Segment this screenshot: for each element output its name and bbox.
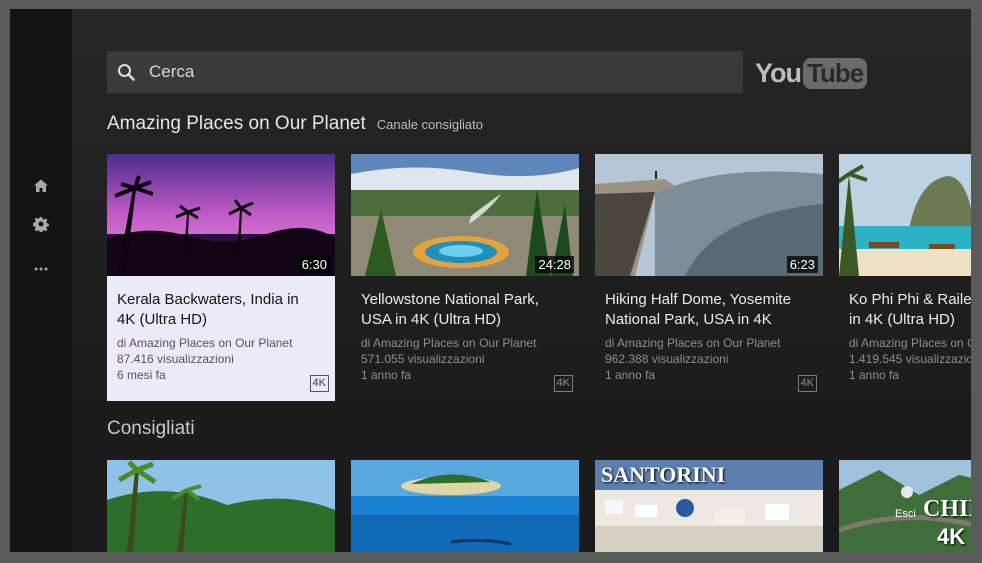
shelf-title: Amazing Places on Our Planet [107,113,366,134]
search-bar[interactable]: Cerca [107,51,743,93]
video-views: 1.419.545 visualizzazioni [849,352,971,366]
video-duration: 24:28 [535,256,574,273]
4k-overlay-text: 4K [937,524,966,549]
video-info: Hiking Half Dome, Yosemite National Park… [595,276,823,401]
video-info: Kerala Backwaters, India in 4K (Ultra HD… [107,276,335,401]
video-age: 1 anno fa [849,368,900,382]
video-title: Kerala Backwaters, India in 4K (Ultra HD… [117,291,299,328]
4k-badge: 4K [553,375,573,392]
video-age: 1 anno fa [605,368,656,382]
video-info: Yellowstone National Park, USA in 4K (Ul… [351,276,579,401]
recommended-thumbnail[interactable] [107,460,335,552]
video-channel: di Amazing Places on Our Planet [849,336,971,350]
video-views: 962.388 visualizzazioni [605,352,729,366]
sidebar [10,9,72,552]
video-title: Yellowstone National Park, USA in 4K (Ul… [361,291,539,328]
video-thumbnail: 6:23 [595,154,823,276]
video-channel: di Amazing Places on Our Planet [605,336,781,350]
video-info: Ko Phi Phi & Railey in 4K (Ultra HD) di … [839,276,971,401]
video-thumbnail [839,154,971,276]
exit-label[interactable]: Esci [895,508,916,520]
youtube-logo: You Tube [755,56,868,90]
video-age: 6 mesi fa [117,368,166,382]
recommended-thumbnail[interactable]: Esci CHIN 4K [839,460,971,552]
home-icon[interactable] [32,177,50,195]
video-age: 1 anno fa [361,368,412,382]
video-thumbnail: 24:28 [351,154,579,276]
video-card[interactable]: 6:23 Hiking Half Dome, Yosemite National… [595,154,823,401]
video-card[interactable]: Ko Phi Phi & Railey in 4K (Ultra HD) di … [839,154,971,401]
4k-badge: 4K [797,375,817,392]
video-views: 571.055 visualizzazioni [361,352,485,366]
recommended-title: Consigliati [107,418,195,439]
recommended-thumbnail[interactable]: SANTORINI [595,460,823,552]
shelf-header: Amazing Places on Our Planet Canale cons… [107,113,483,135]
gear-icon[interactable] [32,215,50,233]
search-icon [117,63,135,81]
thumbnail-overlay-text: CHIN [923,496,971,522]
video-title: Ko Phi Phi & Railey in 4K (Ultra HD) [849,291,971,328]
video-title: Hiking Half Dome, Yosemite National Park… [605,291,791,328]
video-card[interactable]: 6:30 Kerala Backwaters, India in 4K (Ult… [107,154,335,401]
search-placeholder: Cerca [149,62,195,81]
4k-badge: 4K [309,375,329,392]
exit-icon[interactable] [901,486,913,498]
video-card[interactable]: 24:28 Yellowstone National Park, USA in … [351,154,579,401]
shelf-subtitle: Canale consigliato [376,117,483,132]
video-channel: di Amazing Places on Our Planet [361,336,537,350]
thumbnail-overlay-text: SANTORINI [601,462,726,487]
more-icon[interactable] [32,260,50,278]
youtube-tv-screen: Cerca You Tube Amazing Places on Our Pla… [10,9,971,552]
video-thumbnail: 6:30 [107,154,335,276]
video-duration: 6:30 [298,256,330,273]
video-channel: di Amazing Places on Our Planet [117,336,293,350]
video-views: 87.416 visualizzazioni [117,352,234,366]
video-duration: 6:23 [786,256,818,273]
recommended-thumbnail[interactable] [351,460,579,552]
